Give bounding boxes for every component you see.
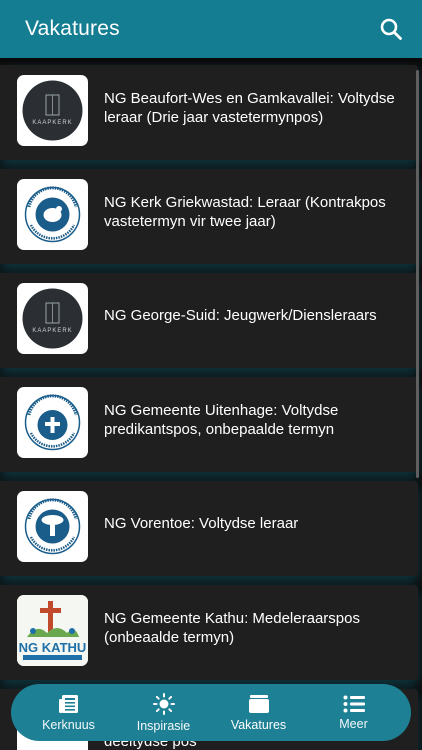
scrollbar[interactable] xyxy=(416,70,419,478)
ngk-noordelike-sinode-logo xyxy=(17,491,88,562)
newspaper-icon xyxy=(58,694,80,714)
briefcase-icon xyxy=(248,694,270,714)
vacancy-card[interactable]: NG Vorentoe: Voltydse leraar xyxy=(0,481,418,576)
nav-label: Kerknuus xyxy=(42,717,95,732)
list-icon xyxy=(343,695,365,713)
svg-text:NG KATHU: NG KATHU xyxy=(19,640,87,655)
vacancy-title: NG Beaufort-Wes en Gamkavallei: Voltydse… xyxy=(104,90,395,126)
ngk-oos-kaapland-logo xyxy=(17,387,88,458)
vacancy-card[interactable]: NG Kerk Griekwastad: Leraar (Kontrakpos … xyxy=(0,169,418,264)
vacancy-title: NG Gemeente Uitenhage: Voltydse predikan… xyxy=(104,402,339,438)
sun-icon xyxy=(152,692,175,715)
nav-meer[interactable]: Meer xyxy=(306,695,401,731)
search-icon[interactable] xyxy=(378,16,404,42)
vacancy-list[interactable]: KAAPKERK NG Beaufort-Wes en Gamkavallei:… xyxy=(0,58,422,750)
kaapkerk-logo: KAAPKERK xyxy=(17,283,88,354)
vacancy-card[interactable]: KAAPKERK NG Beaufort-Wes en Gamkavallei:… xyxy=(0,65,418,160)
vacancy-card[interactable]: NG Gemeente Uitenhage: Voltydse predikan… xyxy=(0,377,418,472)
nav-label: Vakatures xyxy=(230,717,287,732)
vacancy-title: NG Vorentoe: Voltydse leraar xyxy=(104,515,299,532)
nav-label: Inspirasie xyxy=(136,718,191,733)
app-bar: Vakatures xyxy=(0,0,422,58)
svg-text:KAAPKERK: KAAPKERK xyxy=(32,328,72,334)
ng-kathu-logo: NG KATHU xyxy=(17,595,88,666)
vacancy-title: NG George-Suid: Jeugwerk/Diensleraars xyxy=(104,307,377,324)
kaapkerk-logo: KAAPKERK xyxy=(17,75,88,146)
bottom-nav: Kerknuus Inspirasie Vakatures Meer xyxy=(11,684,411,741)
vacancy-card[interactable]: NG KATHU NG Gemeente Kathu: Medeleraarsp… xyxy=(0,585,418,680)
vacancy-title: NG Gemeente Kathu: Medeleraarspos (onbea… xyxy=(104,610,360,646)
vacancy-card[interactable]: KAAPKERK NG George-Suid: Jeugwerk/Diensl… xyxy=(0,273,418,368)
svg-text:KAAPKERK: KAAPKERK xyxy=(32,120,72,126)
page-title: Vakatures xyxy=(25,17,120,40)
nav-kerknuus[interactable]: Kerknuus xyxy=(21,694,116,732)
nav-vakatures[interactable]: Vakatures xyxy=(211,694,306,732)
vacancy-title: NG Kerk Griekwastad: Leraar (Kontrakpos … xyxy=(104,194,386,230)
nav-label: Meer xyxy=(339,716,368,731)
ngk-noord-kaapland-logo xyxy=(17,179,88,250)
nav-inspirasie[interactable]: Inspirasie xyxy=(116,692,211,733)
